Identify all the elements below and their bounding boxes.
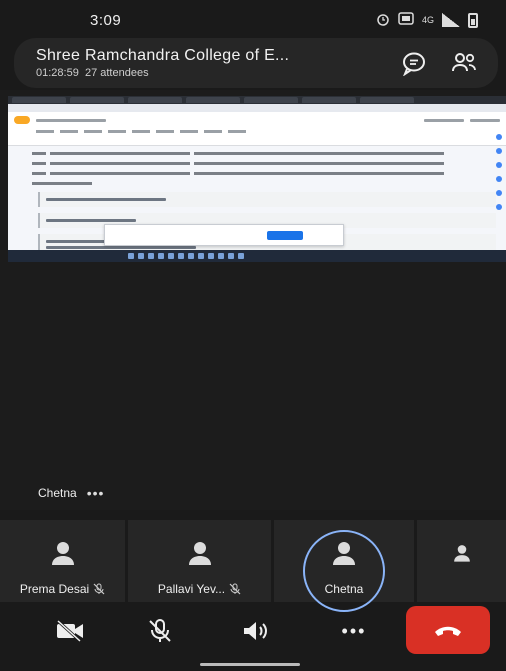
signal-icon [442,13,460,27]
mic-toggle-button[interactable] [130,609,190,653]
hang-up-icon [435,626,461,636]
active-speaker-name: Chetna [38,486,77,500]
code-cell [38,192,496,207]
avatar [447,538,477,568]
network-type: 4G [421,15,434,25]
participant-strip: Prema Desai Pallavi Yev... Chetna [0,520,506,612]
notebook-header [8,112,506,128]
shared-screen[interactable] [8,96,506,262]
participant-tile-speaking[interactable]: Chetna [274,520,414,612]
mic-off-icon [93,583,105,595]
meeting-title: Shree Ramchandra College of E... [36,47,290,64]
status-icons: 4G [376,12,478,29]
end-call-button[interactable] [406,606,490,654]
status-time: 3:09 [90,11,122,29]
person-icon [51,542,74,565]
avatar [48,538,78,568]
notebook-logo-icon [14,116,30,124]
people-icon [452,53,476,72]
notebook-menu [8,128,506,136]
participant-name: Prema Desai [20,582,105,596]
battery-icon [468,12,478,28]
more-icon: ••• [341,620,367,641]
camera-toggle-button[interactable] [40,609,100,653]
output-row [32,170,496,176]
meeting-meta: 01:28:59 27 attendees [36,67,384,79]
person-icon [188,542,211,565]
meeting-header: Shree Ramchandra College of E... 01:28:5… [14,38,498,88]
speaker-icon [244,622,267,640]
participant-tile[interactable]: Prema Desai [0,520,125,602]
output-row [32,150,496,156]
taskbar [8,250,506,262]
speaking-ring [303,530,385,612]
participant-name: Pallavi Yev... [158,582,241,596]
chat-icon [403,52,425,76]
active-speaker-label: Chetna ••• [38,485,104,501]
more-options-button[interactable]: ••• [324,609,384,653]
dialog-button [267,231,303,240]
people-button[interactable] [444,43,484,83]
browser-tabs [8,96,506,104]
side-panel-icons [496,134,502,210]
camera-off-icon [56,620,83,642]
meeting-info[interactable]: Shree Ramchandra College of E... 01:28:5… [36,47,384,79]
output-row [32,160,496,166]
speaker-button[interactable] [226,609,286,653]
attendee-count: 27 attendees [84,67,149,79]
chat-button[interactable] [394,43,434,83]
avatar [185,538,215,568]
call-controls: ••• [0,606,506,656]
person-icon [453,545,470,562]
notebook-toolbar [8,136,506,146]
participant-name: Chetna [324,582,364,596]
mic-off-icon [229,583,241,595]
browser-url-bar [8,104,506,112]
output-row [32,180,496,186]
status-bar: 3:09 4G [0,0,506,40]
sim-icon [398,12,414,28]
alarm-icon [376,12,390,29]
avatar [303,530,385,612]
meeting-duration: 01:28:59 [36,67,79,79]
mic-off-icon [149,619,171,642]
notebook-dialog [104,224,344,246]
home-indicator[interactable] [200,663,300,666]
participant-tile[interactable] [417,520,506,602]
participant-tile[interactable]: Pallavi Yev... [128,520,271,602]
speaker-more-button[interactable]: ••• [87,485,105,501]
